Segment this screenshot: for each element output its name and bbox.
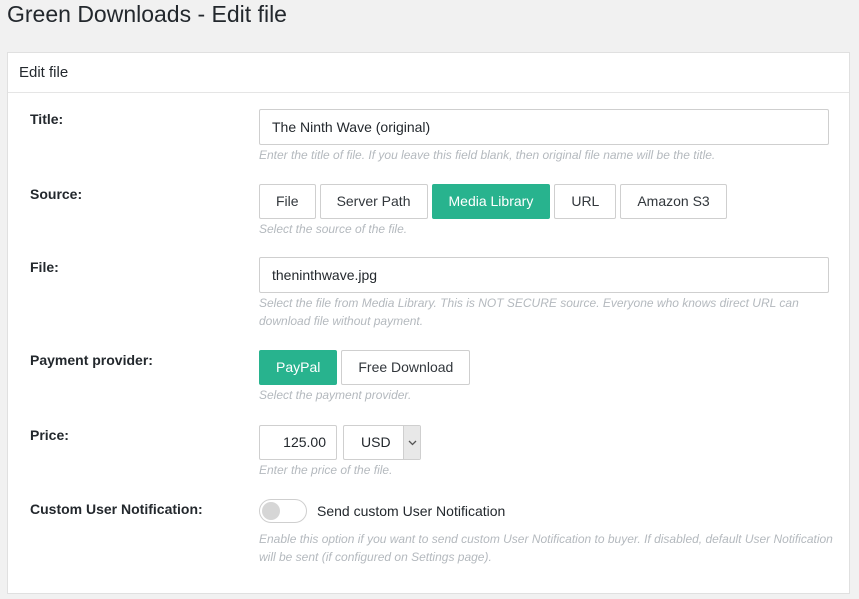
payment-option-paypal[interactable]: PayPal (259, 350, 338, 385)
payment-provider-selector: PayPal Free Download (259, 350, 471, 385)
source-help: Select the source of the file. (259, 222, 408, 236)
title-help: Enter the title of file. If you leave th… (259, 148, 716, 162)
toggle-knob (262, 502, 280, 520)
source-option-server-path[interactable]: Server Path (319, 184, 428, 219)
price-label: Price: (30, 427, 69, 443)
source-option-amazon-s3[interactable]: Amazon S3 (620, 184, 727, 219)
notification-toggle[interactable] (259, 499, 307, 523)
source-label: Source: (30, 186, 83, 202)
source-option-media-library[interactable]: Media Library (431, 184, 551, 219)
file-help: Select the file from Media Library. This… (259, 296, 799, 328)
source-option-file[interactable]: File (259, 184, 316, 219)
notification-label: Custom User Notification: (30, 501, 203, 517)
price-input[interactable]: 125.00 (259, 425, 337, 460)
payment-provider-label: Payment provider: (30, 352, 153, 368)
notification-toggle-label: Send custom User Notification (317, 503, 506, 519)
currency-value: USD (361, 434, 391, 450)
price-help: Enter the price of the file. (259, 463, 393, 477)
payment-provider-help: Select the payment provider. (259, 388, 412, 402)
file-input[interactable]: theninthwave.jpg (259, 257, 829, 293)
file-label: File: (30, 259, 59, 275)
notification-help: Enable this option if you want to send c… (259, 532, 833, 564)
edit-file-panel: Edit file Title: The Ninth Wave (origina… (7, 52, 850, 594)
chevron-down-icon (403, 426, 420, 459)
title-input[interactable]: The Ninth Wave (original) (259, 109, 829, 145)
currency-select[interactable]: USD (343, 425, 421, 460)
panel-title: Edit file (8, 53, 849, 93)
page-title: Green Downloads - Edit file (7, 1, 287, 27)
source-selector: File Server Path Media Library URL Amazo… (259, 184, 727, 219)
payment-option-free-download[interactable]: Free Download (341, 350, 471, 385)
title-label: Title: (30, 111, 64, 127)
source-option-url[interactable]: URL (554, 184, 617, 219)
